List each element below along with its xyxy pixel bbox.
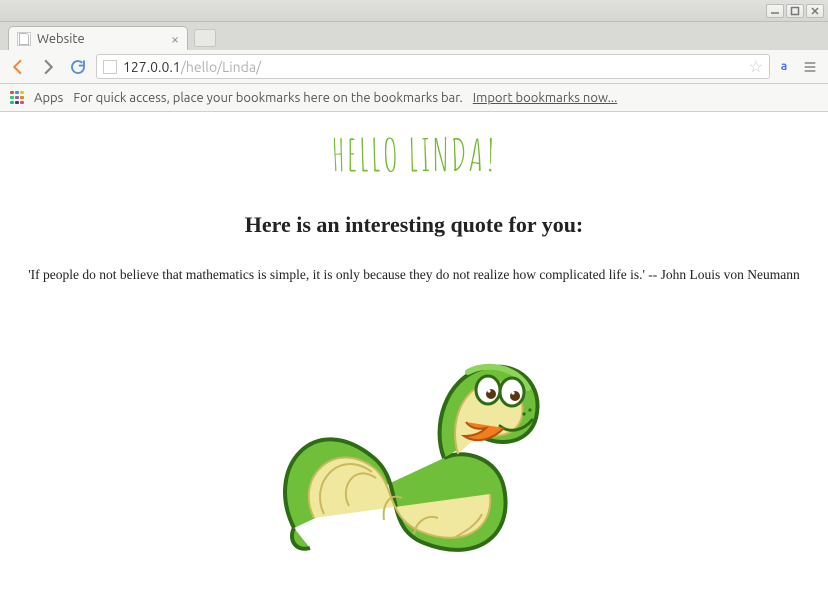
bookmarks-bar: Apps For quick access, place your bookma…	[0, 84, 828, 112]
apps-label[interactable]: Apps	[34, 91, 63, 105]
page-subheading: Here is an interesting quote for you:	[20, 212, 808, 238]
forward-button[interactable]	[36, 55, 60, 79]
site-info-icon[interactable]	[103, 60, 117, 74]
window-close-button[interactable]	[806, 4, 824, 18]
page-quote: 'If people do not believe that mathemati…	[20, 266, 808, 284]
url-host: 127.0.0.1	[123, 59, 181, 75]
tab-title: Website	[37, 32, 165, 46]
address-bar[interactable]: 127.0.0.1/hello/Linda/ ☆	[96, 54, 770, 79]
new-tab-button[interactable]	[194, 29, 216, 47]
page-favicon-icon	[17, 32, 31, 46]
url-path: /hello/Linda/	[181, 59, 261, 75]
apps-grid-icon[interactable]	[10, 91, 24, 105]
bookmarks-hint: For quick access, place your bookmarks h…	[73, 91, 462, 105]
bookmark-star-icon[interactable]: ☆	[749, 57, 763, 76]
window-titlebar	[0, 0, 828, 22]
window-maximize-button[interactable]	[786, 4, 804, 18]
reload-button[interactable]	[66, 55, 90, 79]
browser-toolbar: 127.0.0.1/hello/Linda/ ☆ a	[0, 50, 828, 84]
browser-tab[interactable]: Website ×	[8, 26, 188, 50]
browser-menu-button[interactable]	[798, 55, 822, 79]
window-minimize-button[interactable]	[766, 4, 784, 18]
translate-icon[interactable]: a	[776, 59, 792, 75]
import-bookmarks-link[interactable]: Import bookmarks now...	[473, 91, 618, 105]
tab-strip: Website ×	[0, 22, 828, 50]
snake-image	[20, 308, 808, 588]
page-heading: Hello Linda!	[20, 126, 808, 182]
tab-close-button[interactable]: ×	[171, 32, 179, 46]
back-button[interactable]	[6, 55, 30, 79]
page-viewport: Hello Linda! Here is an interesting quot…	[0, 112, 828, 606]
url-text: 127.0.0.1/hello/Linda/	[123, 59, 261, 75]
